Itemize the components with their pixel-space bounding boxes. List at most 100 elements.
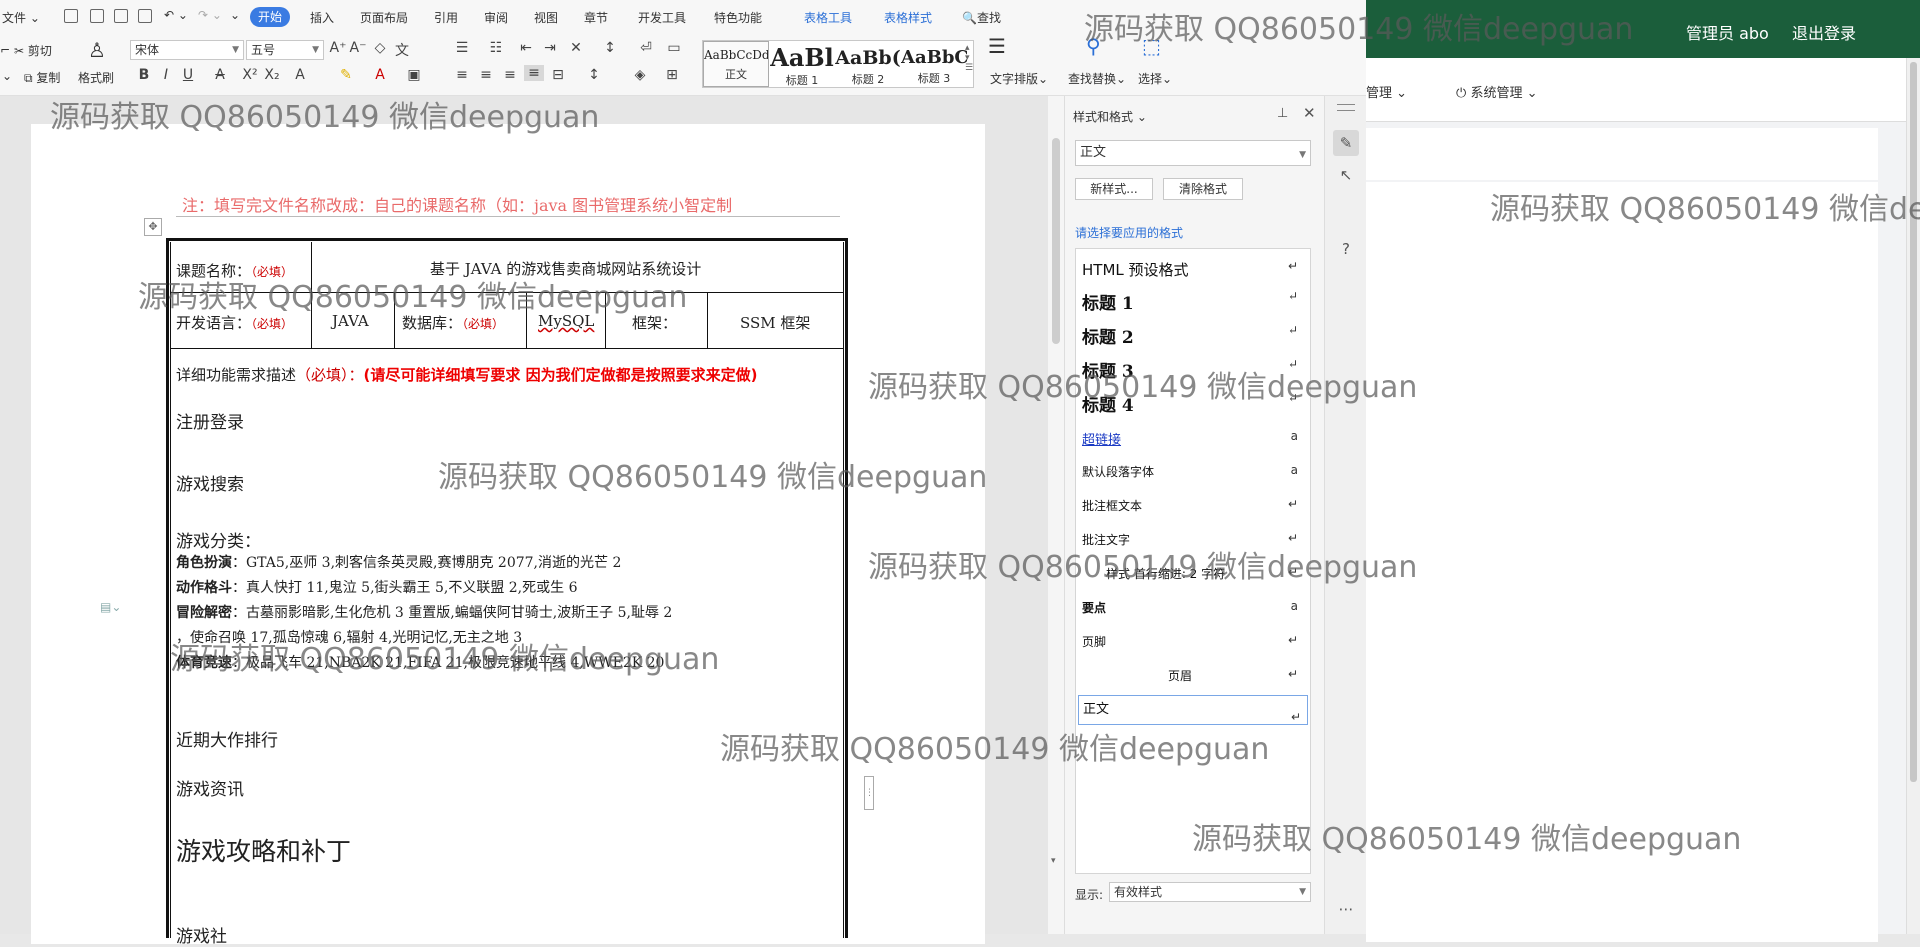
item-guide[interactable]: 游戏攻略和补丁 — [176, 832, 351, 868]
text-layout-button[interactable]: 文字排版⌄ — [990, 70, 1048, 87]
decrease-indent-icon[interactable]: ⇤ — [516, 40, 536, 56]
style-item-header[interactable]: 页眉 ↵ — [1082, 667, 1304, 684]
tab-references[interactable]: 引用 — [434, 9, 458, 26]
item-ranking[interactable]: 近期大作排行 — [176, 726, 278, 751]
select-pointer-icon[interactable]: ↖ — [1333, 162, 1359, 188]
select-button[interactable]: 选择⌄ — [1138, 70, 1172, 87]
logout-link[interactable]: 退出登录 — [1792, 20, 1856, 44]
style-item-heading2[interactable]: 标题 2 ↵ — [1082, 323, 1304, 348]
scroll-down-icon[interactable]: ▾ — [1051, 856, 1056, 866]
more-icon[interactable]: ⌄ — [230, 8, 240, 22]
font-color-icon[interactable]: A — [370, 67, 390, 83]
copy-button[interactable]: ⧉ 复制 — [24, 69, 60, 86]
align-left-icon[interactable]: ≡ — [452, 67, 472, 83]
phonetic-icon[interactable]: 文 — [392, 40, 412, 60]
borders-icon[interactable]: ⊞ — [662, 67, 682, 83]
current-style-select[interactable]: 正文 ▼ — [1075, 140, 1311, 166]
admin-user-label[interactable]: 管理员 abo — [1686, 20, 1769, 44]
category-fight[interactable]: 动作格斗：真人快打 11,鬼泣 5,街头霸王 5,不义联盟 2,死或生 6 — [176, 577, 578, 597]
document-page[interactable] — [31, 124, 985, 944]
show-filter-select[interactable]: 有效样式 ▼ — [1109, 882, 1311, 902]
tab-view[interactable]: 视图 — [534, 9, 558, 26]
redo-icon[interactable]: ↷ ⌄ — [198, 8, 222, 22]
superscript-icon[interactable]: X² — [240, 67, 260, 83]
menu-manage[interactable]: 管理 ⌄ — [1366, 82, 1407, 101]
undo-icon[interactable]: ↶ ⌄ — [164, 8, 188, 22]
tab-developer[interactable]: 开发工具 — [638, 9, 686, 26]
cut-button[interactable]: ✂ 剪切 — [14, 42, 52, 59]
tab-special[interactable]: 特色功能 — [714, 9, 762, 26]
style-item-heading1[interactable]: 标题 1 ↵ — [1082, 289, 1304, 314]
style-item-default-font[interactable]: 默认段落字体 a — [1082, 463, 1304, 480]
table-icon[interactable]: ▭ — [664, 40, 684, 56]
framework-value[interactable]: SSM 框架 — [740, 312, 810, 333]
shading-icon[interactable]: ◈ — [630, 67, 650, 83]
distributed-icon[interactable]: ⊟ — [548, 67, 568, 83]
tab-table-style[interactable]: 表格样式 — [884, 9, 932, 26]
highlight-icon[interactable]: ✎ — [336, 67, 356, 83]
export-icon[interactable] — [90, 9, 104, 23]
tab-page-layout[interactable]: 页面布局 — [360, 9, 408, 26]
format-painter-icon[interactable]: ♙ — [88, 38, 106, 62]
pin-icon[interactable]: ⊥ — [1277, 106, 1288, 121]
tab-table-tools[interactable]: 表格工具 — [804, 9, 852, 26]
line-spacing-icon[interactable]: ↕ — [584, 67, 604, 83]
subscript-icon[interactable]: X₂ — [262, 67, 282, 83]
save-icon[interactable] — [64, 9, 78, 23]
paragraph-marker-icon[interactable]: ▤⌄ — [100, 600, 121, 614]
bold-icon[interactable]: B — [134, 67, 154, 83]
item-category[interactable]: 游戏分类： — [176, 527, 261, 552]
underline-icon[interactable]: U — [178, 67, 198, 83]
close-icon[interactable]: ✕ — [1303, 104, 1316, 122]
category-adventure[interactable]: 冒险解密：古墓丽影暗影,生化危机 3 重置版,蝙蝠侠阿甘骑士,波斯王子 5,耻辱… — [176, 602, 672, 622]
font-grow-icon[interactable]: A⁺ — [328, 40, 348, 56]
show-marks-icon[interactable]: ⏎ — [636, 40, 656, 56]
chinese-layout-icon[interactable]: ✕ — [566, 40, 586, 56]
tab-start[interactable]: 开始 — [250, 7, 290, 27]
justify-icon[interactable]: ≡ — [524, 65, 544, 81]
text-effect-icon[interactable]: A — [290, 67, 310, 83]
text-layout-icon[interactable]: ☰ — [988, 34, 1006, 58]
style-normal[interactable]: AaBbCcDd 正文 — [703, 41, 769, 87]
print-preview-icon[interactable] — [138, 9, 152, 23]
style-item-keypoint[interactable]: 要点 a — [1082, 599, 1304, 616]
strikethrough-icon[interactable]: A — [210, 67, 230, 83]
align-right-icon[interactable]: ≡ — [500, 67, 520, 83]
style-item-footer[interactable]: 页脚 ↵ — [1082, 633, 1304, 650]
item-search[interactable]: 游戏搜索 — [176, 470, 244, 495]
style-pane-icon[interactable]: ✎ — [1333, 130, 1359, 156]
category-rpg[interactable]: 角色扮演：GTA5,巫师 3,刺客信条英灵殿,赛博朋克 2077,消逝的光芒 2 — [176, 552, 621, 572]
find-replace-button[interactable]: 查找替换⌄ — [1068, 70, 1126, 87]
font-size-select[interactable]: 五号 ▼ — [246, 40, 324, 60]
font-name-select[interactable]: 宋体 ▼ — [130, 40, 244, 60]
print-icon[interactable] — [114, 9, 128, 23]
new-style-button[interactable]: 新样式... — [1075, 178, 1153, 200]
more-options-icon[interactable]: ⋯ — [1333, 896, 1359, 922]
gallery-scroll-icon[interactable]: ▴ ▾ ☰ — [965, 43, 973, 73]
style-item-comment-box[interactable]: 批注框文本 ↵ — [1082, 497, 1304, 514]
paste-icon[interactable]: ⌐ — [0, 43, 10, 57]
item-partial[interactable]: 游戏社 — [176, 922, 227, 947]
numbered-list-icon[interactable]: ☷ — [486, 40, 506, 56]
bullet-list-icon[interactable]: ☰ — [452, 40, 472, 56]
table-resize-handle[interactable]: ⋮ — [864, 776, 874, 810]
item-news[interactable]: 游戏资讯 — [176, 775, 244, 800]
char-border-icon[interactable]: ▣ — [404, 67, 424, 83]
search-command[interactable]: 🔍查找 — [962, 9, 1001, 26]
clear-format-button[interactable]: 清除格式 — [1163, 178, 1243, 200]
increase-indent-icon[interactable]: ⇥ — [540, 40, 560, 56]
font-shrink-icon[interactable]: A⁻ — [348, 40, 368, 56]
align-center-icon[interactable]: ≡ — [476, 67, 496, 83]
format-painter-button[interactable]: 格式刷 — [78, 69, 114, 86]
item-register[interactable]: 注册登录 — [176, 408, 244, 433]
document-scrollbar[interactable]: ▾ — [1048, 96, 1064, 934]
style-item-hyperlink[interactable]: 超链接 a — [1082, 429, 1304, 448]
style-heading-1[interactable]: AaBl 标题 1 — [769, 41, 835, 87]
menu-system[interactable]: ⏻ 系统管理 ⌄ — [1456, 82, 1537, 101]
style-heading-3[interactable]: AaBbC 标题 3 — [901, 41, 967, 87]
tab-chapter[interactable]: 章节 — [584, 9, 608, 26]
style-item-html[interactable]: HTML 预设格式 ↵ — [1082, 259, 1304, 280]
sort-icon[interactable]: ↕ — [600, 40, 620, 56]
tab-insert[interactable]: 插入 — [310, 9, 334, 26]
clear-format-icon[interactable]: ◇ — [370, 40, 390, 56]
